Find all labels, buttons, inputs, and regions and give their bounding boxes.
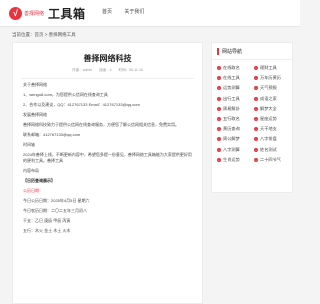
- meta-author: 作者：admin: [72, 68, 93, 72]
- link-bullet-icon: ›: [217, 127, 221, 132]
- sidebar-link-label: 五行取名: [223, 116, 240, 122]
- article-paragraph: 公历日期：: [23, 187, 43, 193]
- article-paragraph: 1、wengu8.com，为您提供公信网在线查询工具: [23, 92, 108, 97]
- link-bullet-icon: ›: [217, 76, 221, 81]
- sidebar-link-label: 生肖运势: [223, 156, 240, 162]
- sidebar-accent-bar: [217, 48, 219, 55]
- meta-date: 时间：06-11-16: [118, 68, 143, 72]
- link-bullet-icon: ›: [254, 66, 258, 71]
- article-paragraph: 2024年善择上线，不断更新内容中，希望您多提一份意见，善择网络工具箱能为大家提…: [23, 152, 192, 163]
- sidebar-link-label: 星座运势: [260, 116, 277, 122]
- sidebar-link-label: 在线工具: [223, 75, 240, 81]
- sidebar-link[interactable]: › 二十四节气: [254, 155, 289, 165]
- sidebar-link-label: 解梦大全: [260, 105, 277, 111]
- article-paragraph: 发展善择网络: [23, 112, 47, 117]
- sidebar-title: 网站导航: [222, 49, 243, 55]
- sidebar-link[interactable]: › 星座运势: [254, 114, 289, 124]
- sidebar-link-label: 万年历黄历: [260, 75, 281, 81]
- article-paragraph: 关于善择网络: [23, 82, 47, 87]
- sidebar-link-label: 二十四节气: [260, 156, 281, 162]
- sidebar-link[interactable]: › 周易解卦: [217, 104, 252, 114]
- article-card: 善择网络科技 作者：admin 阅读：4 时间：06-11-16 关于善择网络 …: [12, 42, 203, 304]
- link-bullet-icon: ›: [217, 96, 221, 101]
- sidebar-link-label: 天气预报: [260, 85, 277, 91]
- article-paragraph: 今日公历日期：2025年4月5日 星期六: [23, 197, 90, 203]
- sidebar-link[interactable]: › 黄历查询: [217, 124, 252, 134]
- article-paragraph: 联系邮箱：412767133@qq.com: [23, 132, 81, 137]
- sidebar-link-label: 黄历查询: [223, 126, 240, 132]
- sidebar-link[interactable]: › 五行取名: [217, 114, 252, 124]
- sidebar-link[interactable]: › 八字排盘: [254, 134, 289, 144]
- link-bullet-icon: ›: [217, 106, 221, 111]
- logo-icon: √: [9, 6, 22, 20]
- sidebar-link[interactable]: › 生肖运势: [217, 155, 252, 165]
- article-paragraph: 2、合作以及建议，QQ：412767133 Email：412767133@qq…: [23, 102, 140, 107]
- link-bullet-icon: ›: [254, 147, 258, 152]
- sidebar-link[interactable]: › 解梦大全: [254, 104, 289, 114]
- sidebar-link[interactable]: › 理财工具: [254, 63, 289, 73]
- sidebar-link[interactable]: › 姓名测试: [254, 145, 289, 155]
- sidebar-link[interactable]: › 在线取名: [217, 63, 252, 73]
- sidebar-link[interactable]: › 八字测算: [217, 145, 252, 155]
- nav-home-link[interactable]: 首页: [102, 9, 112, 15]
- page-title: 善择网络科技: [83, 54, 132, 63]
- article-paragraph: 善择网络科技致力于提供公信网在线查询服务，方便您了解公信网相关信息，免费实用。: [23, 122, 179, 127]
- sidebar-link-label: 周公解梦: [223, 136, 240, 142]
- article-body: 关于善择网络 1、wengu8.com，为您提供公信网在线查询工具 2、合作以及…: [13, 79, 202, 233]
- article-paragraph: 今日农历日期：二〇二五年三月初八: [23, 207, 87, 213]
- link-bullet-icon: ›: [217, 86, 221, 91]
- article-paragraph: 五行：木火 金土 木土 火木: [23, 227, 71, 233]
- sidebar-link-label: 周易解卦: [223, 105, 240, 111]
- link-bullet-icon: ›: [217, 157, 221, 162]
- link-bullet-icon: ›: [254, 127, 258, 132]
- link-bullet-icon: ›: [217, 66, 221, 71]
- link-bullet-icon: ›: [217, 117, 221, 122]
- article-paragraph: 时间轴: [23, 142, 35, 147]
- article-paragraph: 干支：乙巳 庚辰 甲辰 丙寅: [23, 217, 71, 223]
- link-bullet-icon: ›: [254, 76, 258, 81]
- sidebar-link[interactable]: › 天干地支: [254, 124, 289, 134]
- main-nav: 首页 关于我们: [102, 8, 155, 15]
- sidebar-link-label: 天干地支: [260, 126, 277, 132]
- logo-subtitle: 善择网络: [24, 11, 45, 17]
- site-logo[interactable]: √ 善择网络 工具箱: [9, 5, 86, 21]
- sidebar-link-label: 八字测算: [223, 146, 240, 152]
- top-header: √ 善择网络 工具箱 首页 关于我们: [0, 0, 300, 27]
- sidebar-link-label: 姓名测试: [260, 146, 277, 152]
- link-bullet-icon: ›: [254, 117, 258, 122]
- sidebar-link-label: 理财工具: [260, 65, 277, 71]
- sidebar-link[interactable]: › 运势测算: [217, 83, 252, 93]
- section-heading: 【日历查询展示】: [23, 177, 55, 183]
- link-bullet-icon: ›: [254, 86, 258, 91]
- sidebar-link[interactable]: › 成语之家: [254, 94, 289, 104]
- sidebar-link-label: 八字排盘: [260, 136, 277, 142]
- nav-about-link[interactable]: 关于我们: [124, 9, 144, 15]
- sidebar-header: 网站导航: [212, 43, 292, 60]
- sidebar-link[interactable]: › 在线工具: [217, 73, 252, 83]
- sidebar-link[interactable]: › 出行工具: [217, 94, 252, 104]
- link-bullet-icon: ›: [254, 137, 258, 142]
- article-meta: 作者：admin 阅读：4 时间：06-11-16: [13, 68, 202, 73]
- logo-title: 工具箱: [48, 6, 86, 21]
- sidebar-link[interactable]: › 天气预报: [254, 83, 289, 93]
- sidebar-link[interactable]: › 周公解梦: [217, 134, 252, 144]
- sidebar-link-label: 运势测算: [223, 85, 240, 91]
- sidebar-nav: 网站导航 › 在线取名 › 理财工具 › 在线工具 › 万年历黄历 › 运势测算 › 天气预…: [211, 42, 293, 193]
- link-bullet-icon: ›: [254, 157, 258, 162]
- sidebar-link-label: 在线取名: [223, 65, 240, 71]
- link-bullet-icon: ›: [254, 106, 258, 111]
- sidebar-link-label: 出行工具: [223, 95, 240, 101]
- sidebar-link-label: 成语之家: [260, 95, 277, 101]
- sidebar-link[interactable]: › 万年历黄历: [254, 73, 289, 83]
- meta-views: 阅读：4: [99, 68, 112, 72]
- link-bullet-icon: ›: [217, 147, 221, 152]
- breadcrumb[interactable]: 当前位置：首页 > 善择网络工具: [12, 32, 76, 38]
- article-paragraph: 内容布局: [23, 167, 39, 173]
- link-bullet-icon: ›: [254, 96, 258, 101]
- link-bullet-icon: ›: [217, 137, 221, 142]
- sidebar-link-grid: › 在线取名 › 理财工具 › 在线工具 › 万年历黄历 › 运势测算 › 天气预报 › 出行…: [212, 60, 292, 165]
